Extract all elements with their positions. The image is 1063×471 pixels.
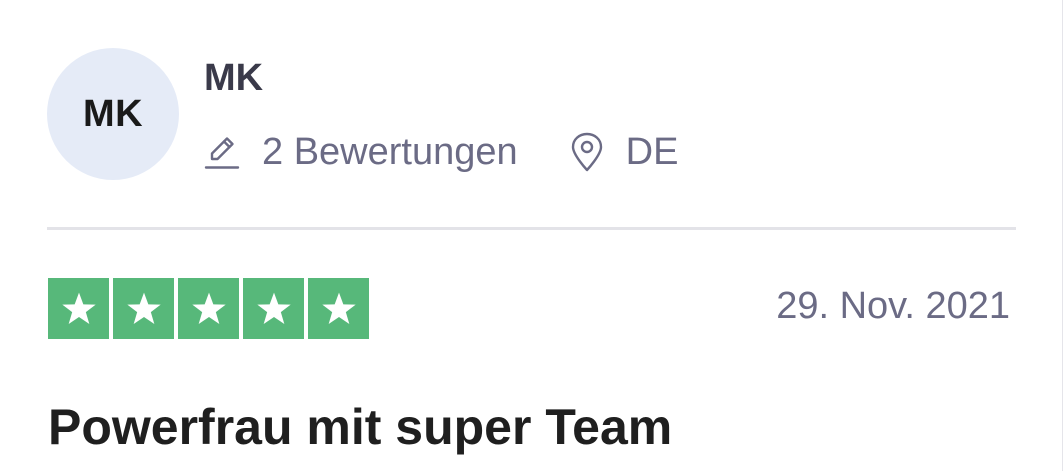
- star-box: [308, 278, 369, 339]
- star-box: [178, 278, 239, 339]
- review-title[interactable]: Powerfrau mit super Team: [48, 398, 672, 456]
- star-box: [243, 278, 304, 339]
- reviewer-location: DE: [570, 130, 679, 174]
- star-icon: [61, 292, 96, 324]
- star-icon: [191, 292, 226, 324]
- reviews-count-label: 2 Bewertungen: [262, 131, 518, 173]
- star-rating: [48, 278, 369, 339]
- avatar[interactable]: MK: [47, 48, 179, 180]
- star-box: [113, 278, 174, 339]
- star-icon: [126, 292, 161, 324]
- location-pin-icon: [570, 132, 604, 172]
- avatar-initials: MK: [82, 92, 144, 135]
- star-box: [48, 278, 109, 339]
- review-date: 29. Nov. 2021: [776, 285, 1010, 327]
- location-label: DE: [625, 131, 679, 173]
- reviewer-name[interactable]: MK: [204, 56, 263, 100]
- reviews-count: 2 Bewertungen: [204, 130, 518, 174]
- pencil-icon: [204, 134, 240, 170]
- divider: [47, 227, 1016, 230]
- review-card: MK MK 2 Bewertungen DE 29. Nov. 2021 Pow…: [0, 0, 1063, 471]
- reviewer-meta: 2 Bewertungen DE: [204, 128, 678, 176]
- star-icon: [256, 292, 291, 324]
- star-icon: [321, 292, 356, 324]
